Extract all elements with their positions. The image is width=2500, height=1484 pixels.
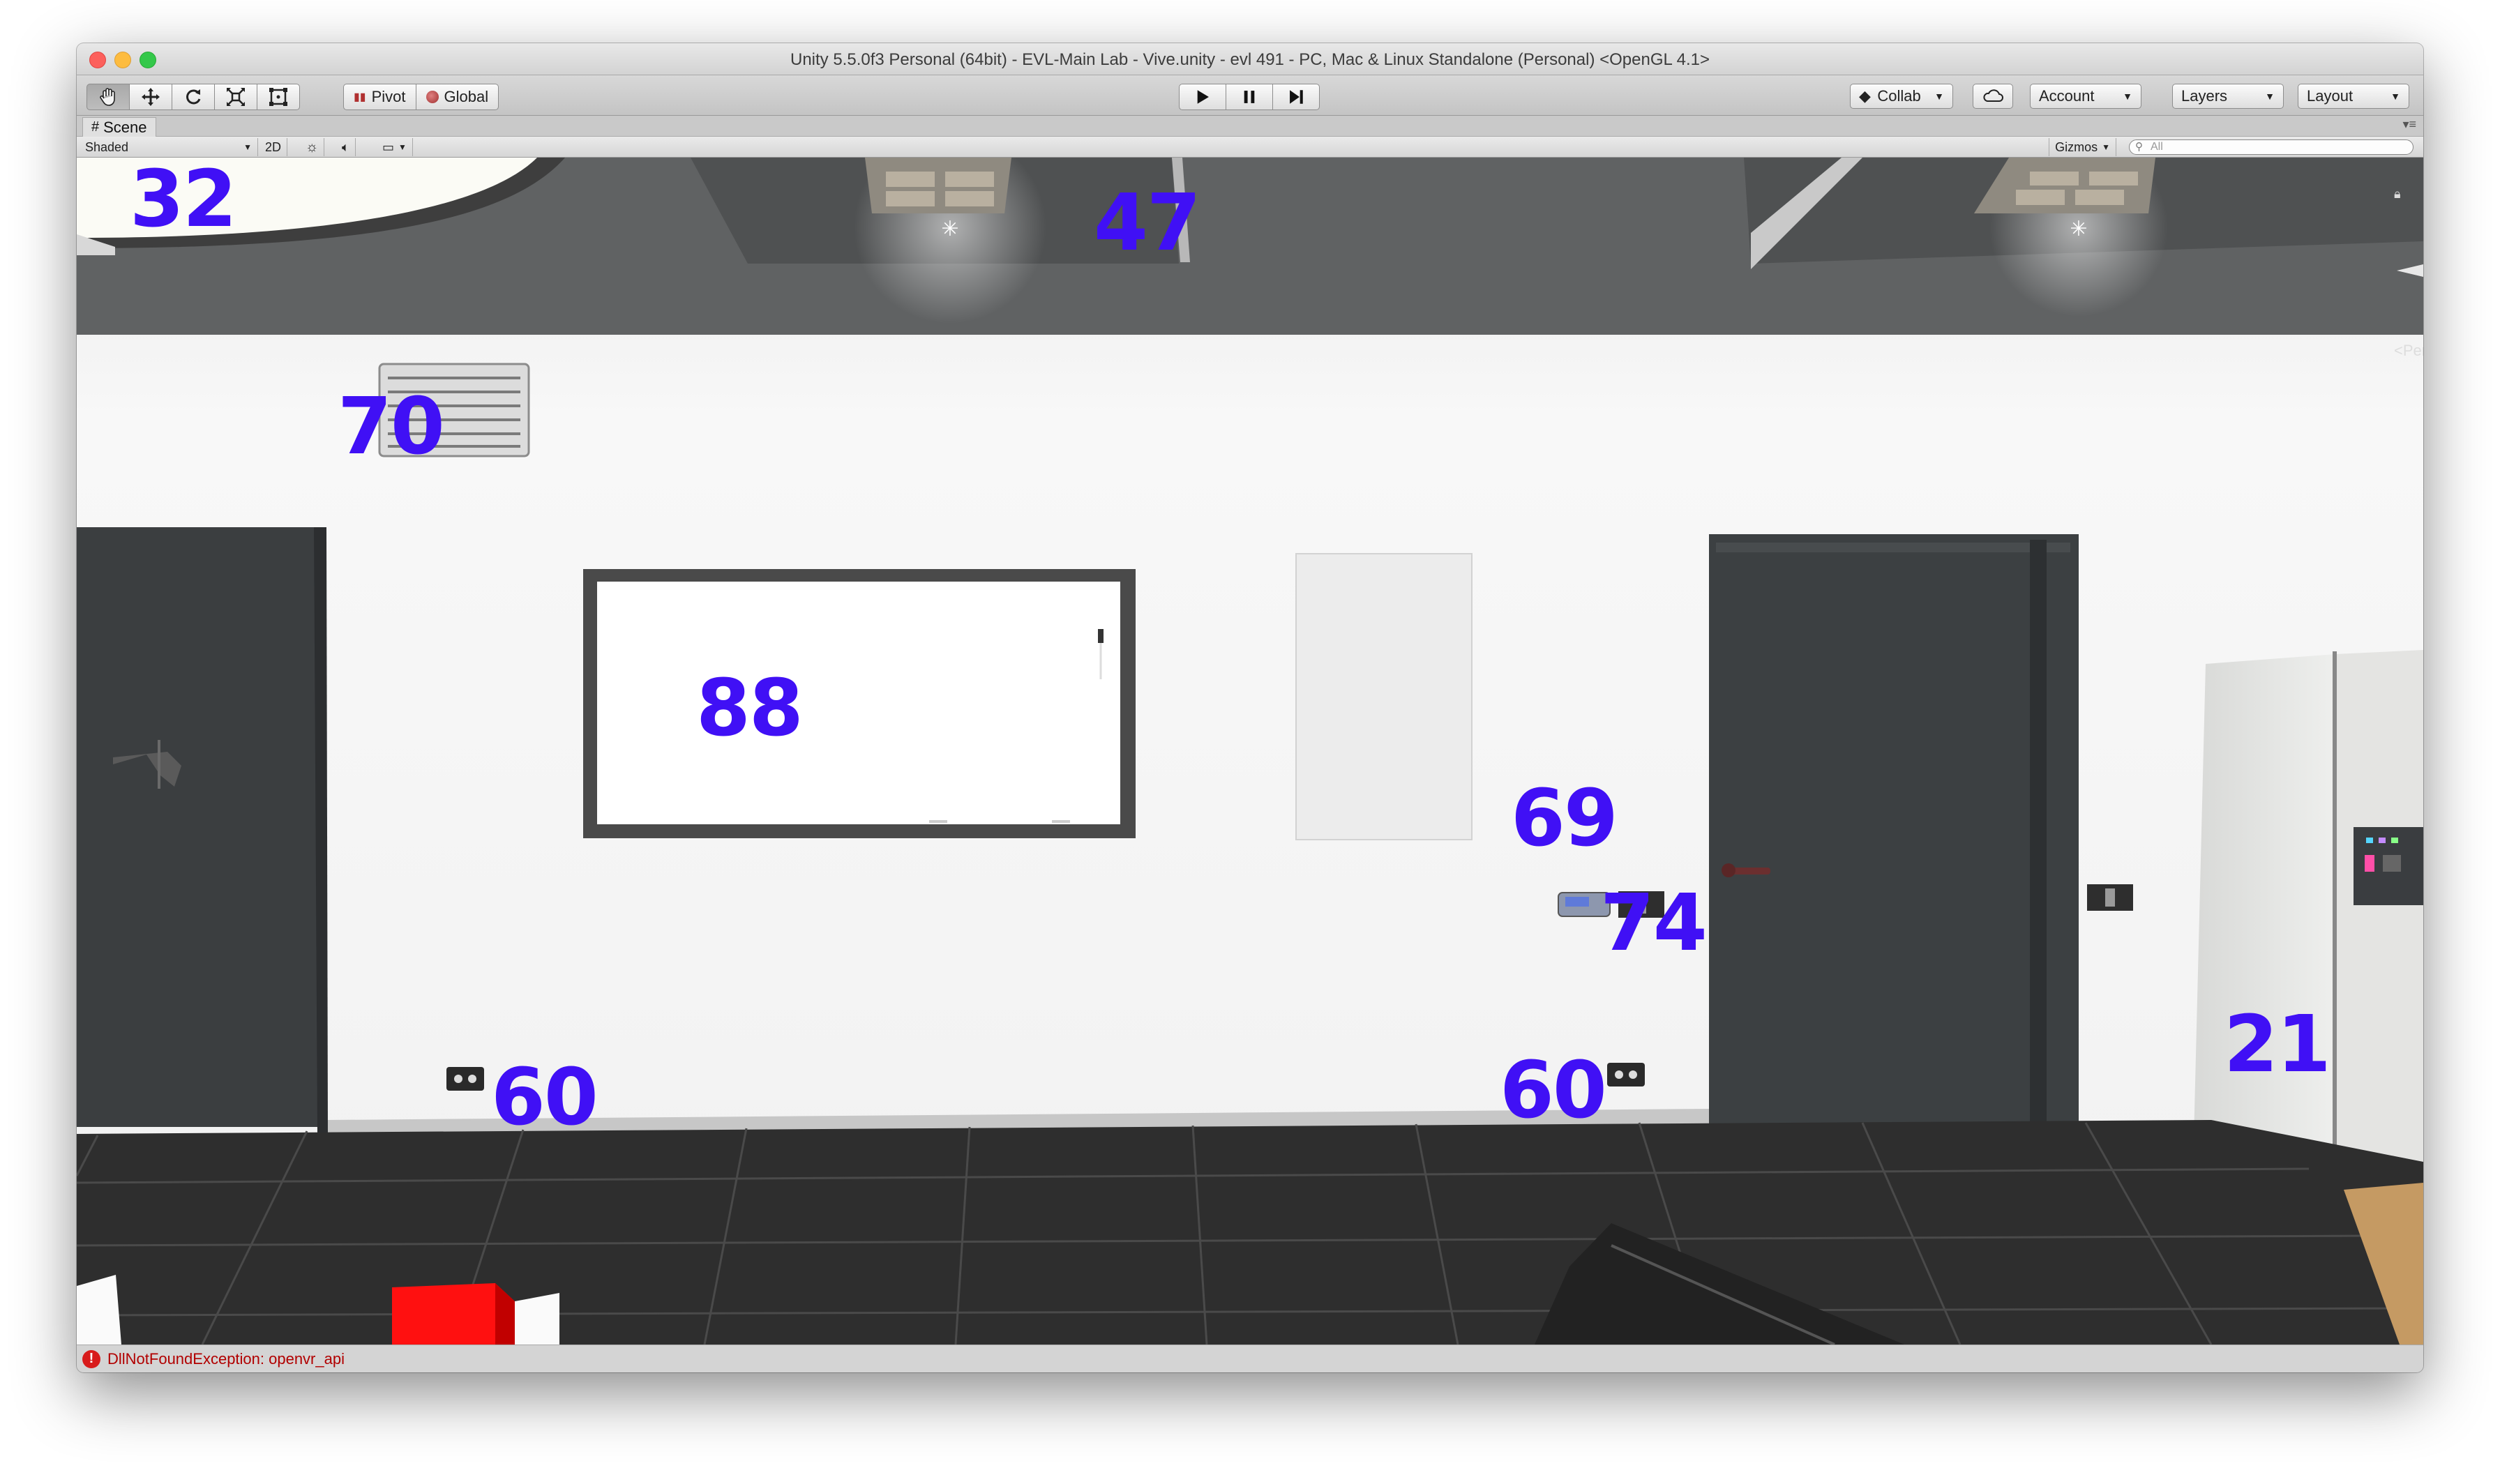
mode-2d-toggle[interactable]: 2D — [259, 138, 288, 156]
window-title: Unity 5.5.0f3 Personal (64bit) - EVL-Mai… — [790, 50, 1710, 69]
hand-tool-button[interactable] — [86, 84, 130, 110]
lock-icon[interactable]: 🔒︎ — [2394, 187, 2401, 202]
account-dropdown[interactable]: Account ▼ — [2030, 84, 2141, 109]
power-outlet — [1607, 1063, 1645, 1086]
unity-window: Unity 5.5.0f3 Personal (64bit) - EVL-Mai… — [77, 43, 2423, 1372]
tab-scene[interactable]: # Scene — [82, 117, 156, 137]
effects-dropdown[interactable]: ▭ ▼ — [377, 138, 413, 156]
playback-controls — [1179, 84, 1320, 110]
svg-text:✳: ✳ — [2070, 218, 2087, 241]
layout-dropdown[interactable]: Layout ▼ — [2298, 84, 2409, 109]
power-outlet — [446, 1067, 484, 1091]
scene-render: ✳ ✳ — [77, 158, 2423, 1345]
pivot-icon: ▮▮ — [354, 91, 366, 103]
left-door — [77, 527, 326, 1127]
pivot-label: Pivot — [371, 88, 406, 105]
audio-toggle[interactable]: 🔈︎ — [336, 138, 356, 156]
global-label: Global — [444, 88, 489, 105]
annotation-label: 47 — [1094, 178, 1201, 268]
mode-2d-label: 2D — [265, 139, 282, 154]
chevron-down-icon: ▼ — [2123, 91, 2132, 102]
projection-toggle[interactable]: <Persp — [2394, 342, 2423, 360]
shading-mode-dropdown[interactable]: Shaded ▼ — [80, 138, 258, 156]
search-icon: ⚲ — [2135, 141, 2143, 153]
tab-scene-label: Scene — [103, 118, 147, 136]
cloud-button[interactable] — [1973, 84, 2013, 109]
scale-icon — [227, 88, 245, 106]
main-toolbar: ▮▮ Pivot Global ◆ Collab ▼ Account ▼ Lay… — [77, 75, 2423, 116]
step-button[interactable] — [1272, 84, 1320, 110]
chevron-down-icon: ▼ — [243, 142, 252, 152]
error-message: DllNotFoundException: openvr_api — [107, 1349, 345, 1368]
rotate-icon — [186, 89, 201, 105]
shading-mode-label: Shaded — [85, 139, 129, 154]
cloud-icon — [1983, 89, 2003, 102]
chevron-down-icon: ▼ — [398, 142, 407, 152]
annotation-label: 60 — [491, 1052, 598, 1143]
layers-dropdown[interactable]: Layers ▼ — [2172, 84, 2284, 109]
scene-tab-strip: # Scene ▾≡ — [77, 116, 2423, 137]
scale-tool-button[interactable] — [214, 84, 257, 110]
pivot-toggle-button[interactable]: ▮▮ Pivot — [343, 84, 416, 110]
chevron-down-icon: ▼ — [2390, 91, 2400, 102]
image-icon: ▭ — [382, 139, 395, 154]
layout-label: Layout — [2307, 87, 2354, 105]
annotation-label: 60 — [1500, 1045, 1607, 1136]
play-icon — [1197, 90, 1209, 104]
right-door — [1709, 534, 2079, 1135]
persp-label: Persp — [2402, 342, 2423, 359]
move-icon — [142, 88, 160, 106]
annotation-label: 69 — [1511, 773, 1618, 864]
annotation-label: 32 — [130, 158, 237, 245]
tab-menu-icon[interactable]: ▾≡ — [2402, 117, 2416, 132]
collab-label: Collab — [1877, 87, 1921, 105]
rect-tool-button[interactable] — [257, 84, 300, 110]
annotation-label: 74 — [1600, 878, 1708, 969]
global-toggle-button[interactable]: Global — [415, 84, 499, 110]
pause-icon — [1244, 91, 1255, 103]
lighting-toggle[interactable]: ☼ — [300, 138, 325, 156]
annotation-label: 88 — [696, 663, 804, 754]
annotation-label: 70 — [338, 381, 445, 472]
title-bar: Unity 5.5.0f3 Personal (64bit) - EVL-Mai… — [77, 43, 2423, 75]
scene-view-bar: Shaded ▼ 2D ☼ 🔈︎ ▭ ▼ Gizmos ▼ ⚲ All — [77, 137, 2423, 158]
gizmos-label: Gizmos — [2055, 139, 2098, 154]
rotate-tool-button[interactable] — [172, 84, 215, 110]
layers-label: Layers — [2181, 87, 2228, 105]
gizmos-dropdown[interactable]: Gizmos ▼ — [2049, 138, 2116, 156]
account-label: Account — [2039, 87, 2095, 105]
collab-dropdown[interactable]: ◆ Collab ▼ — [1850, 84, 1953, 109]
rect-icon — [269, 88, 287, 106]
search-placeholder: All — [2151, 141, 2163, 153]
error-icon: ! — [82, 1349, 100, 1368]
step-icon — [1290, 90, 1303, 104]
chevron-down-icon: ▼ — [2102, 142, 2110, 152]
chevron-down-icon: ▼ — [2265, 91, 2275, 102]
scene-viewport[interactable]: ✳ ✳ 32 47 70 88 69 74 60 60 21 — [77, 158, 2423, 1345]
svg-text:✳: ✳ — [941, 218, 958, 241]
hierarchy-search-input[interactable]: ⚲ All — [2129, 139, 2414, 155]
collab-icon: ◆ — [1859, 87, 1871, 105]
pivot-global-group: ▮▮ Pivot Global — [343, 84, 499, 110]
orientation-gizmo[interactable]: y x — [2383, 215, 2423, 333]
persp-icon: < — [2394, 342, 2403, 359]
sun-icon: ☼ — [306, 139, 319, 155]
pause-button[interactable] — [1226, 84, 1273, 110]
status-bar[interactable]: ! DllNotFoundException: openvr_api — [77, 1345, 2423, 1372]
move-tool-button[interactable] — [129, 84, 172, 110]
globe-icon — [426, 91, 439, 103]
grid-icon: # — [91, 119, 100, 135]
transform-tools — [86, 84, 300, 110]
hand-icon — [100, 88, 115, 106]
speaker-icon: 🔈︎ — [342, 139, 349, 154]
wall-panel — [1295, 553, 1473, 840]
annotation-label: 21 — [2224, 999, 2331, 1090]
chevron-down-icon: ▼ — [1934, 91, 1944, 102]
refrigerator — [2193, 654, 2335, 1199]
play-button[interactable] — [1179, 84, 1226, 110]
